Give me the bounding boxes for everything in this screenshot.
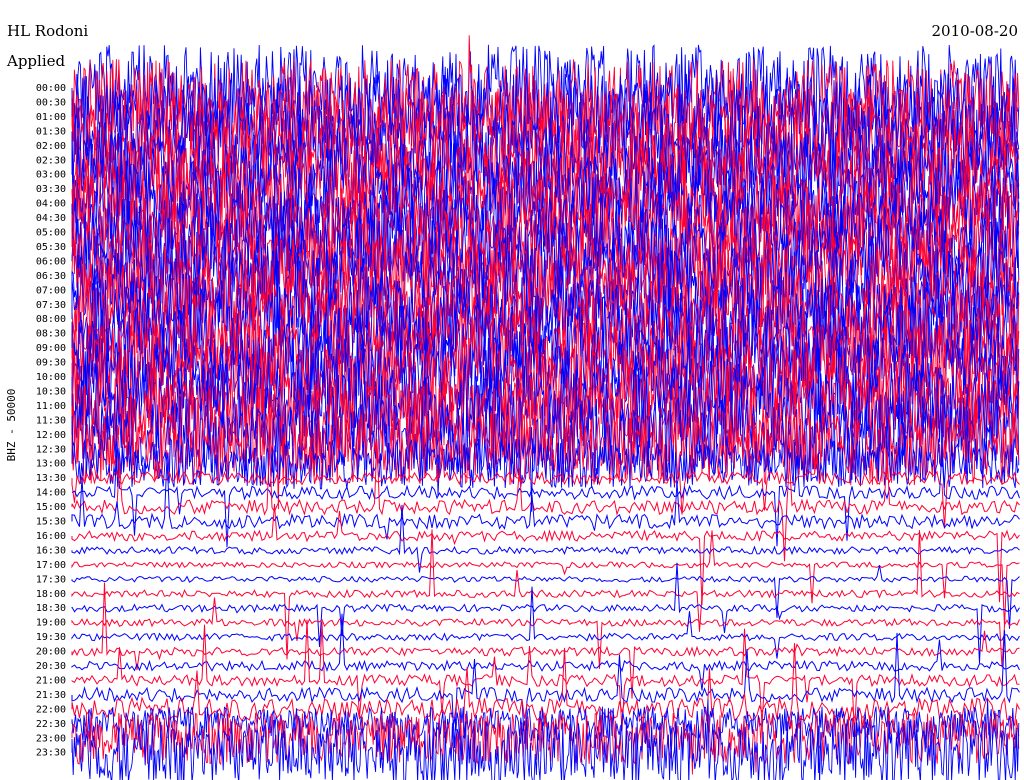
row-time-label: 17:00 [36, 560, 66, 571]
row-time-label: 03:00 [36, 170, 66, 181]
row-time-label: 17:30 [36, 574, 66, 585]
time-labels: 00:00 00:30 01:00 01:30 02:00 02:30 03:00 03:30… [36, 83, 66, 759]
row-time-label: 03:30 [36, 184, 66, 195]
row-time-label: 06:00 [36, 256, 66, 267]
row-time-label: 11:30 [36, 415, 66, 426]
row-time-label: 08:30 [36, 329, 66, 340]
row-time-label: 00:30 [36, 97, 66, 108]
row-time-label: 22:00 [36, 704, 66, 715]
row-time-label: 19:30 [36, 632, 66, 643]
row-time-label: 12:30 [36, 444, 66, 455]
row-time-label: 22:30 [36, 719, 66, 730]
row-time-label: 15:30 [36, 517, 66, 528]
row-time-label: 21:00 [36, 675, 66, 686]
row-time-label: 04:00 [36, 199, 66, 210]
row-time-label: 09:30 [36, 358, 66, 369]
row-time-label: 08:00 [36, 314, 66, 325]
trace-row [71, 565, 1020, 629]
row-time-label: 05:00 [36, 228, 66, 239]
row-time-label: 20:30 [36, 661, 66, 672]
row-time-label: 12:00 [36, 430, 66, 441]
row-time-label: 04:30 [36, 213, 66, 224]
row-time-label: 10:30 [36, 386, 66, 397]
row-time-label: 13:00 [36, 459, 66, 470]
row-time-label: 23:30 [36, 748, 66, 759]
trace-row [71, 530, 1020, 627]
row-time-label: 06:30 [36, 271, 66, 282]
row-time-label: 00:00 [36, 83, 66, 94]
row-time-label: 15:00 [36, 502, 66, 513]
record-date: 2010-08-20 [931, 22, 1018, 40]
row-time-label: 09:00 [36, 343, 66, 354]
row-time-label: 14:00 [36, 488, 66, 499]
row-time-label: 21:30 [36, 690, 66, 701]
row-time-label: 10:00 [36, 372, 66, 383]
row-time-label: 23:00 [36, 733, 66, 744]
row-time-label: 02:00 [36, 141, 66, 152]
row-time-label: 18:30 [36, 603, 66, 614]
row-time-label: 13:30 [36, 473, 66, 484]
channel-label: BHZ - 50000 [5, 389, 18, 462]
row-time-label: 01:00 [36, 112, 66, 123]
row-time-label: 16:00 [36, 531, 66, 542]
row-time-label: 02:30 [36, 155, 66, 166]
row-time-label: 07:30 [36, 300, 66, 311]
trace-row [71, 503, 1020, 605]
row-time-label: 19:00 [36, 618, 66, 629]
row-time-label: 11:00 [36, 401, 66, 412]
row-time-label: 16:30 [36, 545, 66, 556]
applied-label: Applied [7, 52, 66, 70]
trace-layer [71, 35, 1020, 780]
station-name: HL Rodoni [7, 22, 89, 40]
row-time-label: 07:00 [36, 285, 66, 296]
row-time-label: 01:30 [36, 126, 66, 137]
row-time-label: 05:30 [36, 242, 66, 253]
row-time-label: 18:00 [36, 589, 66, 600]
row-time-label: 20:00 [36, 647, 66, 658]
helicorder-plot: 00:00 00:30 01:00 01:30 02:00 02:30 03:00 03:30… [5, 35, 1020, 780]
